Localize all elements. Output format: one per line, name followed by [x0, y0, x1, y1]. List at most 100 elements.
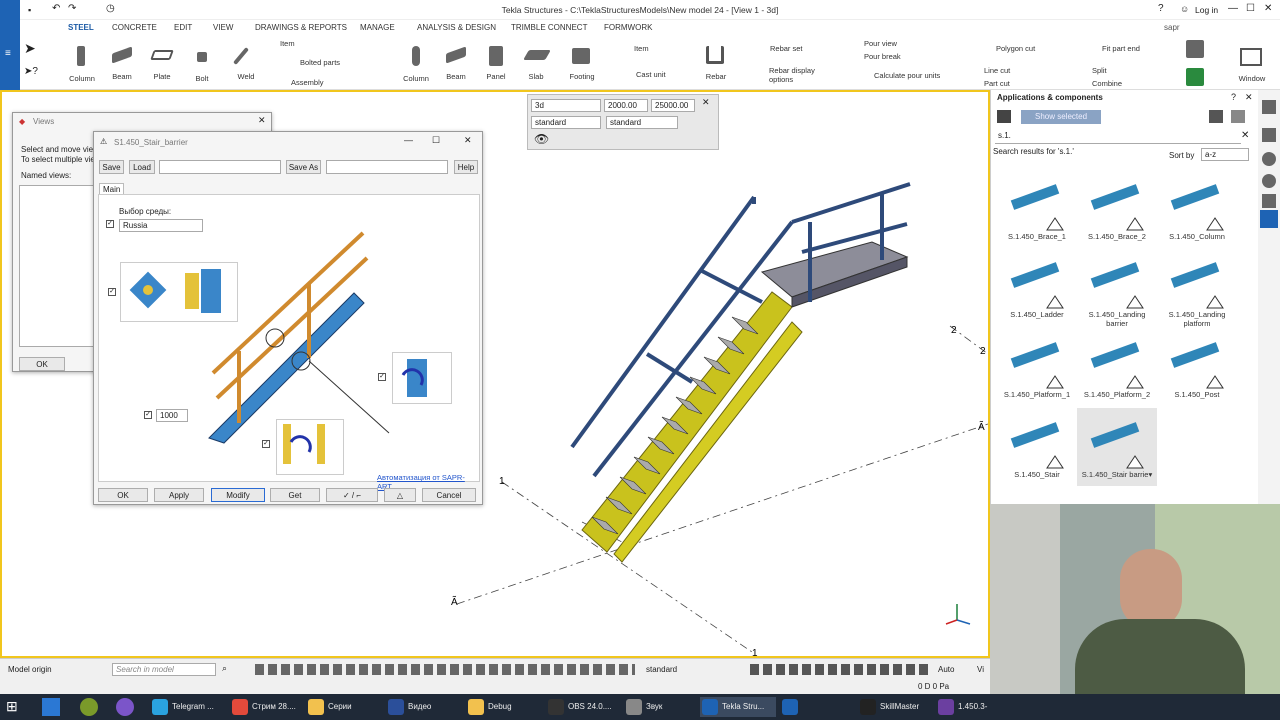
- maximize-button[interactable]: ☐: [1246, 3, 1255, 14]
- component-icon[interactable]: [1186, 40, 1204, 58]
- side-tool-icon[interactable]: [1262, 100, 1276, 114]
- representation-select-2[interactable]: standard: [606, 116, 678, 129]
- views-ok-button[interactable]: OK: [19, 357, 65, 371]
- user-icon[interactable]: ☺: [1180, 4, 1189, 14]
- taskbar-item[interactable]: Tekla Stru...: [700, 697, 776, 717]
- pour-break-button[interactable]: Pour break: [864, 52, 901, 61]
- select-help-icon[interactable]: ➤?: [24, 66, 38, 77]
- menu-icon[interactable]: ≡: [5, 48, 11, 59]
- height-field[interactable]: 1000: [156, 409, 188, 422]
- connection-checkbox-2[interactable]: ✓: [378, 373, 386, 381]
- polygon-cut-button[interactable]: Polygon cut: [996, 44, 1035, 53]
- show-selected-button[interactable]: Show selected: [1021, 110, 1101, 124]
- views-close-icon[interactable]: ✕: [258, 115, 266, 126]
- apply-button[interactable]: Apply: [154, 488, 204, 502]
- select-arrow-icon[interactable]: ➤: [24, 40, 36, 57]
- load-button[interactable]: Load: [129, 160, 155, 174]
- panel-close-icon[interactable]: ✕: [702, 97, 710, 108]
- component-thumbnail[interactable]: S.1.450_Brace_2: [1077, 170, 1157, 248]
- panel-help-icon[interactable]: ?: [1231, 92, 1236, 102]
- footing-button[interactable]: Footing: [564, 72, 600, 81]
- taskbar-item[interactable]: Стрим 28....: [230, 697, 302, 717]
- slab-button[interactable]: Slab: [518, 72, 554, 81]
- attribute-set-select[interactable]: [159, 160, 281, 174]
- panel-button[interactable]: Panel: [478, 72, 514, 81]
- modify-button[interactable]: Modify: [211, 488, 265, 502]
- end-connection-picker[interactable]: [392, 352, 452, 404]
- clear-search-icon[interactable]: ✕: [1241, 130, 1249, 141]
- pin-icon[interactable]: [1231, 110, 1245, 123]
- sort-select[interactable]: a-z: [1201, 148, 1249, 161]
- snap-toolbar[interactable]: [255, 664, 635, 675]
- taskbar-item[interactable]: [780, 697, 802, 717]
- rebar-button[interactable]: Rebar: [698, 72, 734, 81]
- component-thumbnail[interactable]: S.1.450_Ladder: [997, 248, 1077, 326]
- height-checkbox[interactable]: ✓: [144, 411, 152, 419]
- cancel-button[interactable]: Cancel: [422, 488, 476, 502]
- cloud-icon[interactable]: [1262, 152, 1276, 166]
- tab-concrete[interactable]: CONCRETE: [112, 23, 157, 32]
- side-tool-icon[interactable]: [1262, 128, 1276, 142]
- taskbar-item[interactable]: Видео: [386, 697, 458, 717]
- line-cut-button[interactable]: Line cut: [984, 66, 1010, 75]
- model-search-input[interactable]: Search in model: [112, 663, 216, 676]
- minimize-button[interactable]: —: [1228, 3, 1238, 14]
- cast-unit-button[interactable]: Cast unit: [636, 70, 666, 79]
- eye-icon[interactable]: 👁: [534, 132, 549, 146]
- split-button[interactable]: Split: [1092, 66, 1107, 75]
- taskbar-item[interactable]: Debug: [466, 697, 538, 717]
- component-thumbnail[interactable]: S.1.450_Platform_2: [1077, 328, 1157, 406]
- tab-steel[interactable]: STEEL: [68, 23, 94, 32]
- view-range-field[interactable]: 25000.00: [651, 99, 695, 112]
- concrete-column-button[interactable]: Column: [398, 74, 434, 83]
- ok-button[interactable]: OK: [98, 488, 148, 502]
- tab-edit[interactable]: EDIT: [174, 23, 192, 32]
- representation-select[interactable]: standard: [646, 665, 677, 674]
- windows-start-icon[interactable]: ⊞: [6, 698, 18, 715]
- component-thumbnail[interactable]: S.1.450_Stair: [997, 408, 1077, 486]
- list-menu-icon[interactable]: [1209, 110, 1223, 123]
- component-icon[interactable]: [1262, 194, 1276, 208]
- environment-select[interactable]: Russia: [119, 219, 203, 232]
- named-views-list[interactable]: [19, 185, 99, 347]
- tab-view[interactable]: VIEW: [213, 23, 233, 32]
- search-icon[interactable]: ⌕: [222, 663, 227, 674]
- component-thumbnail[interactable]: S.1.450_Stair barrie▾: [1077, 408, 1157, 486]
- tab-manage[interactable]: MANAGE: [360, 23, 395, 32]
- toggle-all-button[interactable]: ✓ / ⌐: [326, 488, 378, 502]
- taskbar-item[interactable]: OBS 24.0....: [546, 697, 618, 717]
- item-button[interactable]: Item: [280, 39, 295, 48]
- representation-select-1[interactable]: standard: [531, 116, 601, 129]
- barrier-close-icon[interactable]: ✕: [464, 135, 472, 146]
- view-depth-field[interactable]: 2000.00: [604, 99, 648, 112]
- help-icon[interactable]: ?: [1158, 3, 1164, 14]
- apps-active-icon[interactable]: [1260, 210, 1278, 228]
- save-button[interactable]: Save: [99, 160, 124, 174]
- bolt-button[interactable]: Bolt: [184, 74, 220, 83]
- maximize-icon[interactable]: ☐: [432, 135, 440, 146]
- model-origin-select[interactable]: Model origin: [8, 665, 52, 674]
- close-button[interactable]: ✕: [1264, 3, 1272, 14]
- taskbar-item[interactable]: SkillMaster: [858, 697, 932, 717]
- component-thumbnail[interactable]: S.1.450_Brace_1: [997, 170, 1077, 248]
- tab-drawings[interactable]: DRAWINGS & REPORTS: [255, 23, 347, 32]
- pour-view-button[interactable]: Pour view: [864, 39, 897, 48]
- environment-checkbox[interactable]: ✓: [106, 220, 114, 228]
- auto-select[interactable]: Auto: [938, 665, 954, 674]
- save-as-name-field[interactable]: [326, 160, 448, 174]
- component-thumbnail[interactable]: S.1.450_Post: [1157, 328, 1237, 406]
- view-name-field[interactable]: 3d: [531, 99, 601, 112]
- selection-toolbar[interactable]: [750, 664, 930, 675]
- component-thumbnail[interactable]: S.1.450_Column: [1157, 170, 1237, 248]
- panel-close-icon[interactable]: ✕: [1245, 92, 1253, 103]
- part-cut-button[interactable]: Part cut: [984, 79, 1010, 88]
- connection-checkbox-1[interactable]: ✓: [108, 288, 116, 296]
- tab-analysis[interactable]: ANALYSIS & DESIGN: [417, 23, 496, 32]
- warning-button[interactable]: △: [384, 488, 416, 502]
- assembly-button[interactable]: Assembly: [291, 78, 324, 87]
- save-as-button[interactable]: Save As: [286, 160, 321, 174]
- settings-icon[interactable]: [1262, 174, 1276, 188]
- component-search-input[interactable]: s.1.: [995, 130, 1241, 144]
- taskbar-app-icon[interactable]: [42, 698, 60, 716]
- beam-button[interactable]: Beam: [104, 72, 140, 81]
